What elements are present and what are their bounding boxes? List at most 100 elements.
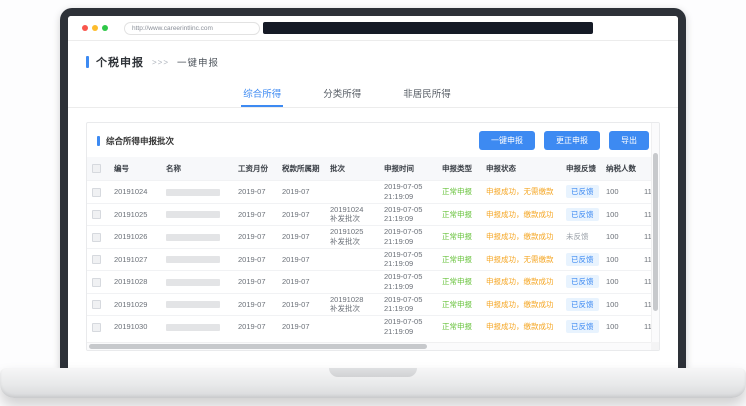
cell-batch: 20191024补发批次 bbox=[325, 203, 379, 226]
cell-name bbox=[161, 271, 233, 294]
cell-name bbox=[161, 248, 233, 271]
panel-actions: 一键申报 更正申报 导出 bbox=[479, 131, 649, 150]
horizontal-scrollbar-thumb[interactable] bbox=[89, 344, 427, 349]
title-accent-bar bbox=[86, 56, 89, 68]
scrollbar-corner bbox=[651, 342, 659, 350]
window-maximize-icon[interactable] bbox=[102, 25, 108, 31]
panel-title: 综合所得申报批次 bbox=[106, 135, 174, 147]
cell-declare-type: 正常申报 bbox=[437, 248, 481, 271]
cell-tax-period: 2019-07 bbox=[277, 226, 325, 249]
tab-classified-income[interactable]: 分类所得 bbox=[321, 79, 363, 107]
panel-accent-bar bbox=[97, 136, 100, 146]
cell-declare-type: 正常申报 bbox=[437, 271, 481, 294]
name-placeholder bbox=[166, 324, 220, 331]
batch-panel: 综合所得申报批次 一键申报 更正申报 导出 bbox=[86, 122, 660, 351]
cell-batch bbox=[325, 181, 379, 204]
cell-batch bbox=[325, 271, 379, 294]
cell-salary-month: 2019-07 bbox=[233, 226, 277, 249]
tab-bar: 综合所得 分类所得 非居民所得 bbox=[68, 79, 678, 108]
cell-declare-status: 申报成功，无需缴款 bbox=[481, 248, 561, 271]
cell-taxpayers: 100 bbox=[601, 293, 639, 316]
cell-feedback: 已反馈 bbox=[561, 203, 601, 226]
name-placeholder bbox=[166, 256, 220, 263]
table-row: 20191026 2019-07 2019-07 20191025补发批次 20… bbox=[87, 226, 659, 249]
header-feedback: 申报反馈 bbox=[561, 157, 601, 181]
row-checkbox[interactable] bbox=[92, 233, 101, 242]
header-salary-month: 工资月份 bbox=[233, 157, 277, 181]
window-close-icon[interactable] bbox=[82, 25, 88, 31]
cell-batch-id: 20191026 bbox=[109, 226, 161, 249]
table-row: 20191029 2019-07 2019-07 20191028补发批次 20… bbox=[87, 293, 659, 316]
table-row: 20191028 2019-07 2019-07 2019-07-0521:19… bbox=[87, 271, 659, 294]
correct-declare-button[interactable]: 更正申报 bbox=[544, 131, 600, 150]
cell-taxpayers: 100 bbox=[601, 316, 639, 338]
cell-declare-type: 正常申报 bbox=[437, 203, 481, 226]
export-button[interactable]: 导出 bbox=[609, 131, 649, 150]
row-checkbox[interactable] bbox=[92, 278, 101, 287]
header-declare-time: 申报时间 bbox=[379, 157, 437, 181]
row-checkbox[interactable] bbox=[92, 210, 101, 219]
cell-salary-month: 2019-07 bbox=[233, 203, 277, 226]
cell-batch-id: 20191025 bbox=[109, 203, 161, 226]
cell-salary-month: 2019-07 bbox=[233, 181, 277, 204]
row-checkbox[interactable] bbox=[92, 188, 101, 197]
vertical-scrollbar[interactable] bbox=[651, 123, 659, 342]
name-placeholder bbox=[166, 301, 220, 308]
feedback-badge: 已反馈 bbox=[566, 320, 599, 333]
header-id: 编号 bbox=[109, 157, 161, 181]
header-name: 名称 bbox=[161, 157, 233, 181]
cell-declare-time: 2019-07-0521:19:09 bbox=[379, 203, 437, 226]
cell-declare-status: 申报成功，无需缴款 bbox=[481, 181, 561, 204]
cell-taxpayers: 100 bbox=[601, 271, 639, 294]
name-placeholder bbox=[166, 189, 220, 196]
table-row: 20191027 2019-07 2019-07 2019-07-0521:19… bbox=[87, 248, 659, 271]
cell-declare-time: 2019-07-0521:19:09 bbox=[379, 271, 437, 294]
cell-feedback: 已反馈 bbox=[561, 248, 601, 271]
cell-name bbox=[161, 226, 233, 249]
row-checkbox[interactable] bbox=[92, 255, 101, 264]
header-declare-status: 申报状态 bbox=[481, 157, 561, 181]
page-content: 个税申报 >>> 一键申报 综合所得 分类所得 非居民所得 综合所得申报批次 bbox=[68, 41, 678, 368]
cell-batch-id: 20191030 bbox=[109, 316, 161, 338]
cell-taxpayers: 100 bbox=[601, 203, 639, 226]
browser-window: http://www.careerintlinc.com 个税申报 >>> 一键… bbox=[68, 16, 678, 368]
cell-feedback: 已反馈 bbox=[561, 293, 601, 316]
header-batch: 批次 bbox=[325, 157, 379, 181]
cell-declare-type: 正常申报 bbox=[437, 316, 481, 338]
cell-name bbox=[161, 181, 233, 204]
cell-tax-period: 2019-07 bbox=[277, 271, 325, 294]
header-taxpayers: 纳税人数 bbox=[601, 157, 639, 181]
cell-feedback: 已反馈 bbox=[561, 316, 601, 338]
horizontal-scrollbar[interactable] bbox=[87, 342, 651, 350]
window-minimize-icon[interactable] bbox=[92, 25, 98, 31]
address-bar[interactable]: http://www.careerintlinc.com bbox=[124, 22, 260, 35]
table-row: 20191025 2019-07 2019-07 20191024补发批次 20… bbox=[87, 203, 659, 226]
cell-tax-period: 2019-07 bbox=[277, 181, 325, 204]
feedback-badge: 已反馈 bbox=[566, 298, 599, 311]
cell-batch: 20191028补发批次 bbox=[325, 293, 379, 316]
row-checkbox[interactable] bbox=[92, 323, 101, 332]
laptop-base bbox=[0, 368, 746, 398]
cell-salary-month: 2019-07 bbox=[233, 248, 277, 271]
cell-name bbox=[161, 316, 233, 338]
table-header-row: 编号 名称 工资月份 税款所属期 批次 申报时间 申报类型 申报状态 申报反馈 … bbox=[87, 157, 659, 181]
tab-nonresident-income[interactable]: 非居民所得 bbox=[401, 79, 453, 107]
browser-toolbar: http://www.careerintlinc.com bbox=[68, 16, 678, 41]
cell-salary-month: 2019-07 bbox=[233, 293, 277, 316]
one-click-declare-button[interactable]: 一键申报 bbox=[479, 131, 535, 150]
cell-batch-id: 20191024 bbox=[109, 181, 161, 204]
cell-salary-month: 2019-07 bbox=[233, 316, 277, 338]
cell-batch-id: 20191029 bbox=[109, 293, 161, 316]
header-tax-period: 税款所属期 bbox=[277, 157, 325, 181]
cell-salary-month: 2019-07 bbox=[233, 271, 277, 294]
cell-declare-time: 2019-07-0521:19:09 bbox=[379, 181, 437, 204]
tab-comprehensive-income[interactable]: 综合所得 bbox=[241, 79, 283, 107]
select-all-checkbox[interactable] bbox=[92, 164, 101, 173]
cell-feedback: 已反馈 bbox=[561, 181, 601, 204]
cell-declare-status: 申报成功，缴款成功 bbox=[481, 293, 561, 316]
cell-batch bbox=[325, 316, 379, 338]
cell-batch: 20191025补发批次 bbox=[325, 226, 379, 249]
row-checkbox[interactable] bbox=[92, 300, 101, 309]
vertical-scrollbar-thumb[interactable] bbox=[653, 153, 658, 311]
name-placeholder bbox=[166, 211, 220, 218]
